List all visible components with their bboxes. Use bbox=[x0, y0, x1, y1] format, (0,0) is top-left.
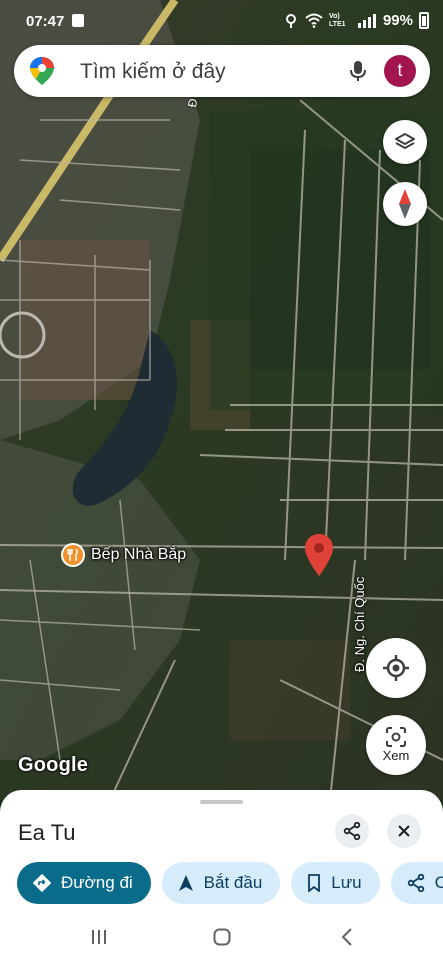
signal-icon bbox=[357, 13, 376, 28]
start-label: Bắt đầu bbox=[203, 873, 263, 892]
start-button[interactable]: Bắt đầu bbox=[161, 862, 281, 904]
battery-icon bbox=[419, 12, 429, 29]
restaurant-icon bbox=[61, 543, 85, 567]
layers-button[interactable] bbox=[383, 120, 427, 164]
close-icon bbox=[398, 825, 410, 837]
search-bar[interactable]: Tìm kiếm ở đây t bbox=[14, 45, 430, 97]
drag-handle[interactable] bbox=[200, 800, 243, 804]
status-time: 07:47 bbox=[26, 13, 65, 30]
compass-icon bbox=[399, 189, 411, 219]
camera-lens-icon bbox=[386, 727, 406, 747]
bookmark-icon bbox=[308, 874, 321, 892]
battery-percent: 99% bbox=[382, 12, 413, 29]
place-sheet[interactable]: Ea Tu Đường đi Bắt đầu Lưu C bbox=[0, 790, 443, 915]
save-label: Lưu bbox=[331, 873, 362, 892]
maps-screen: 07:47 Vo) LTE1 99% Tìm kiếm ở đây t Đ Bế… bbox=[0, 0, 443, 960]
search-input[interactable]: Tìm kiếm ở đây bbox=[80, 60, 226, 84]
share-icon bbox=[407, 874, 424, 892]
status-bar: 07:47 Vo) LTE1 99% bbox=[0, 0, 443, 44]
poi-restaurant[interactable]: Bếp Nhà Bắp bbox=[61, 543, 186, 567]
system-nav-bar bbox=[0, 915, 443, 960]
directions-label: Đường đi bbox=[61, 873, 133, 892]
share-chip-button[interactable]: C bbox=[390, 862, 443, 904]
back-icon[interactable] bbox=[338, 927, 358, 947]
compass-button[interactable] bbox=[383, 182, 427, 226]
location-icon bbox=[285, 13, 296, 28]
network-label: Vo) LTE1 bbox=[328, 12, 346, 28]
save-button[interactable]: Lưu bbox=[291, 862, 380, 904]
poi-label: Bếp Nhà Bắp bbox=[91, 546, 187, 563]
share-button[interactable] bbox=[335, 814, 369, 848]
account-avatar[interactable]: t bbox=[384, 55, 416, 87]
status-indicators: Vo) LTE1 99% bbox=[283, 12, 429, 29]
maps-logo-icon bbox=[30, 57, 54, 85]
my-location-button[interactable] bbox=[366, 638, 426, 698]
wifi-icon bbox=[305, 13, 323, 28]
recent-apps-icon[interactable] bbox=[89, 927, 109, 947]
my-location-icon bbox=[383, 655, 409, 681]
directions-button[interactable]: Đường đi bbox=[17, 862, 151, 904]
close-button[interactable] bbox=[387, 814, 421, 848]
location-marker-icon[interactable] bbox=[305, 534, 333, 576]
place-title: Ea Tu bbox=[18, 820, 76, 845]
layers-icon bbox=[395, 133, 415, 149]
share-chip-label: C bbox=[434, 873, 443, 892]
action-chips: Đường đi Bắt đầu Lưu C bbox=[17, 862, 443, 904]
share-icon bbox=[343, 822, 361, 840]
google-attribution: Google bbox=[18, 754, 89, 776]
home-icon[interactable] bbox=[212, 927, 232, 947]
directions-icon bbox=[33, 874, 51, 892]
view-button[interactable]: Xem bbox=[366, 715, 426, 775]
notification-icon bbox=[72, 14, 84, 27]
microphone-icon[interactable] bbox=[346, 59, 370, 83]
road-label: Đ. Ng. Chí Quốc bbox=[352, 576, 367, 672]
view-button-label: Xem bbox=[382, 748, 410, 763]
navigation-icon bbox=[178, 875, 193, 891]
